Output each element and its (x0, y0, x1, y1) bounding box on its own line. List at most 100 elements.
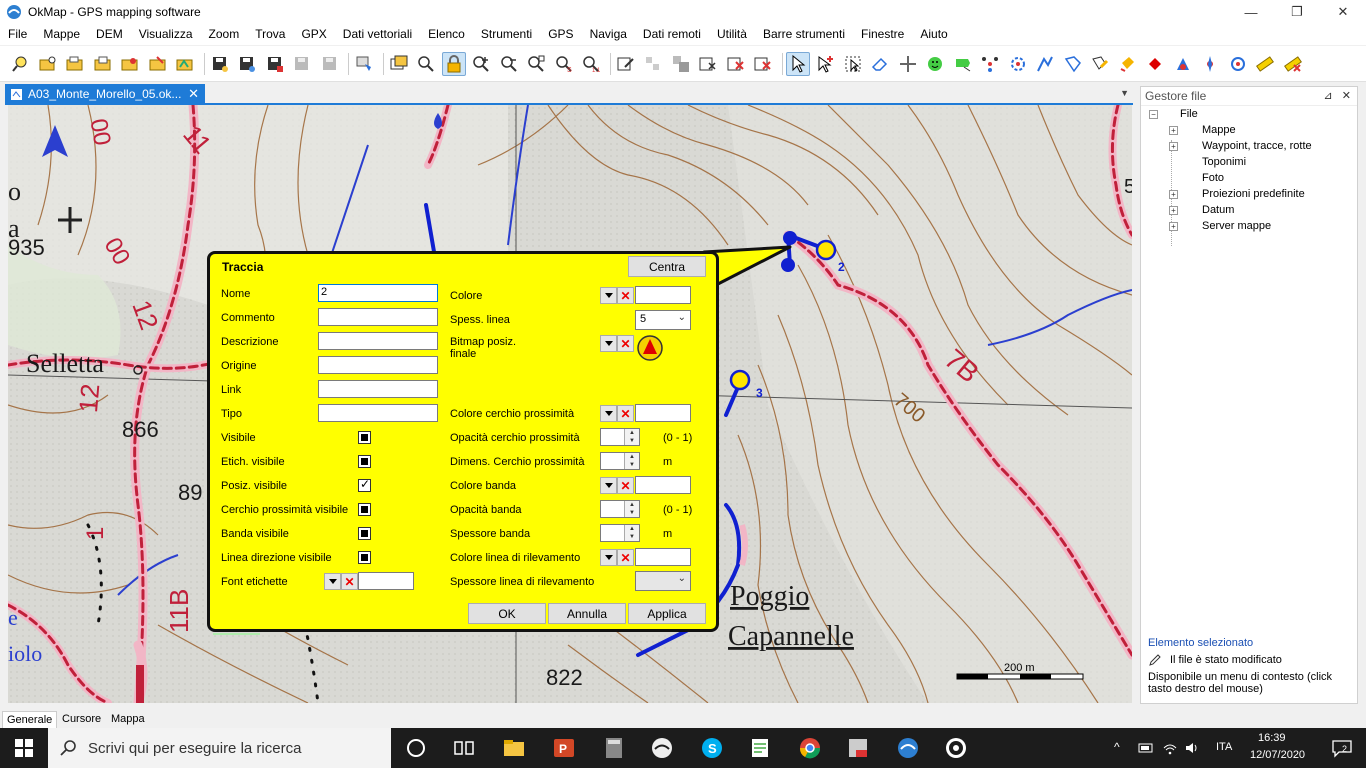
commento-input[interactable] (318, 308, 438, 326)
show-hidden-icons-icon[interactable]: ^ (1114, 740, 1120, 754)
tab-mappa[interactable]: Mappa (107, 711, 149, 728)
annulla-button[interactable]: Annulla (548, 603, 626, 624)
menu-dati-remoti[interactable]: Dati remoti (635, 24, 709, 45)
pin-icon[interactable]: ⊿ (1323, 90, 1332, 102)
select-pointer-icon[interactable] (785, 51, 810, 76)
font-preview-box[interactable] (358, 572, 414, 590)
tree-item-toponimi[interactable]: Toponimi (1169, 156, 1246, 168)
spinner-arrows-icon[interactable]: ▲ ▼ (624, 429, 639, 445)
map-properties-icon[interactable] (387, 52, 411, 76)
compass-icon[interactable] (1198, 52, 1222, 76)
colore-linea-dropdown-button[interactable] (600, 549, 617, 566)
dimens-cerchio-spinner[interactable]: ▲ ▼ (600, 452, 640, 470)
posiz-visibile-checkbox[interactable] (358, 477, 371, 492)
colore-banda-swatch[interactable] (635, 476, 691, 494)
visibile-checkbox[interactable] (358, 431, 371, 444)
start-button[interactable] (0, 728, 48, 768)
font-clear-button[interactable]: ✕ (341, 573, 358, 590)
etich-visibile-checkbox[interactable] (358, 455, 371, 468)
colore-cerchio-dropdown-button[interactable] (600, 405, 617, 422)
open-folder-icon[interactable] (63, 52, 87, 76)
colore-cerchio-swatch[interactable] (635, 404, 691, 422)
bitmap-dropdown-button[interactable] (600, 335, 617, 352)
minimize-button[interactable]: — (1228, 0, 1274, 24)
notepad-icon[interactable] (748, 736, 772, 760)
tree-item-mappe[interactable]: + Mappe (1169, 124, 1236, 136)
colore-linea-swatch[interactable] (635, 548, 691, 566)
clear-ruler-icon[interactable] (1281, 52, 1305, 76)
close-tab-icon[interactable]: ✕ (188, 86, 199, 102)
origine-input[interactable] (318, 356, 438, 374)
menu-dem[interactable]: DEM (88, 24, 131, 45)
tree-root-file[interactable]: − File (1149, 108, 1198, 120)
tipo-input[interactable] (318, 404, 438, 422)
ok-button[interactable]: OK (468, 603, 546, 624)
tab-cursore[interactable]: Cursore (58, 711, 105, 728)
save-icon[interactable] (208, 52, 232, 76)
menu-strumenti[interactable]: Strumenti (473, 24, 540, 45)
expand-icon[interactable]: + (1169, 205, 1178, 215)
clock-time[interactable]: 16:39 (1258, 732, 1286, 744)
spinner-arrows-icon[interactable]: ▲ ▼ (624, 525, 639, 541)
colore-banda-clear-button[interactable]: ✕ (617, 477, 634, 494)
tab-document[interactable]: A03_Monte_Morello_05.ok... ✕ (5, 84, 205, 104)
file-explorer-icon[interactable] (502, 736, 526, 760)
zoom-scale-icon[interactable]: S (552, 52, 576, 76)
centra-button[interactable]: Centra (628, 256, 706, 277)
colore-swatch[interactable] (635, 286, 691, 304)
descrizione-input[interactable] (318, 332, 438, 350)
edit-waypoint-icon[interactable] (614, 52, 638, 76)
spinner-arrows-icon[interactable]: ▲ ▼ (624, 501, 639, 517)
open-dem-icon[interactable] (173, 52, 197, 76)
expand-icon[interactable]: + (1169, 221, 1178, 231)
add-point-icon[interactable] (641, 52, 665, 76)
tab-generale[interactable]: Generale (2, 711, 58, 728)
cerchio-visibile-checkbox[interactable] (358, 503, 371, 516)
delete-all-icon[interactable] (751, 52, 775, 76)
menu-visualizza[interactable]: Visualizza (131, 24, 201, 45)
okmap-taskbar-icon[interactable] (896, 736, 920, 760)
tree-item-datum[interactable]: + Datum (1169, 204, 1234, 216)
edit-track-icon[interactable] (1061, 52, 1085, 76)
expand-icon[interactable]: + (1169, 189, 1178, 199)
spessore-banda-spinner[interactable]: ▲ ▼ (600, 524, 640, 542)
menu-aiuto[interactable]: Aiuto (912, 24, 955, 45)
zoom-out-icon[interactable] (497, 52, 521, 76)
lock-icon[interactable] (441, 51, 466, 76)
close-pane-icon[interactable]: ✕ (1342, 90, 1351, 102)
nome-input[interactable]: 2 (318, 284, 438, 302)
calculator-icon[interactable] (602, 736, 626, 760)
eraser-icon[interactable] (868, 52, 892, 76)
taskbar-search-box[interactable]: Scrivi qui per eseguire la ricerca (48, 728, 391, 768)
open-vector-icon[interactable] (146, 52, 170, 76)
save-all-icon[interactable] (263, 52, 287, 76)
collapse-icon[interactable]: − (1149, 109, 1158, 119)
colore-linea-clear-button[interactable]: ✕ (617, 549, 634, 566)
menu-gpx[interactable]: GPX (293, 24, 334, 45)
font-dropdown-button[interactable] (324, 573, 341, 590)
finish-marker-icon[interactable] (636, 334, 664, 362)
menu-dati-vettoriali[interactable]: Dati vettoriali (335, 24, 420, 45)
colore-cerchio-clear-button[interactable]: ✕ (617, 405, 634, 422)
save-as-icon[interactable] (235, 52, 259, 76)
opacita-cerchio-spinner[interactable]: ▲ ▼ (600, 428, 640, 446)
route-points-icon[interactable] (978, 52, 1002, 76)
target-icon[interactable] (1226, 52, 1250, 76)
zoom-1-1-icon[interactable]: 1:1 (579, 52, 603, 76)
ruler-icon[interactable] (1253, 52, 1277, 76)
zoom-rect-icon[interactable] (524, 52, 548, 76)
clock-date[interactable]: 12/07/2020 (1250, 749, 1305, 761)
tree-item-proiezioni[interactable]: + Proiezioni predefinite (1169, 188, 1305, 200)
spinner-arrows-icon[interactable]: ▲ ▼ (624, 453, 639, 469)
save-disabled-icon[interactable] (290, 52, 314, 76)
add-route-icon[interactable] (951, 52, 975, 76)
tree-item-foto[interactable]: Foto (1169, 172, 1224, 184)
open-gpx-icon[interactable] (118, 52, 142, 76)
colore-dropdown-button[interactable] (600, 287, 617, 304)
bitmap-clear-button[interactable]: ✕ (617, 335, 634, 352)
menu-zoom[interactable]: Zoom (201, 24, 248, 45)
menu-mappe[interactable]: Mappe (35, 24, 88, 45)
spessore-linea-select[interactable]: ⌄ (635, 571, 691, 591)
cortana-icon[interactable] (404, 736, 428, 760)
move-point-icon[interactable] (696, 52, 720, 76)
